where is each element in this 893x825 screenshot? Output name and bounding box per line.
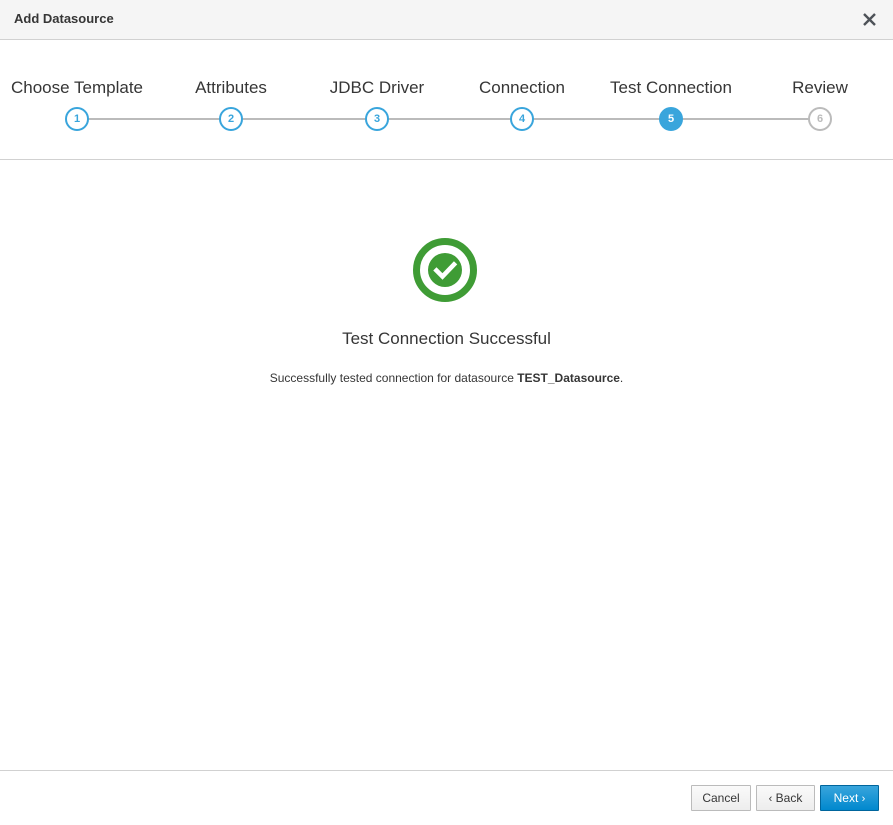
step-connector xyxy=(671,118,820,120)
dialog-footer: Cancel ‹ Back Next › xyxy=(0,770,893,825)
wizard-content: Test Connection Successful Successfully … xyxy=(0,160,893,770)
cancel-label: Cancel xyxy=(702,791,740,805)
result-message-end: . xyxy=(619,371,624,385)
step-label: Test Connection xyxy=(610,78,732,97)
check-circle-icon xyxy=(413,238,477,302)
next-label: Next xyxy=(833,791,859,805)
step-number: 6 xyxy=(808,107,832,131)
step-number: 1 xyxy=(65,107,89,131)
result-message-text: Successfully tested connection for datas… xyxy=(269,371,518,385)
step-label: Connection xyxy=(478,78,566,97)
next-button[interactable]: Next › xyxy=(820,785,879,811)
step-label: Attributes xyxy=(195,78,267,97)
dialog-title: Add Datasource xyxy=(14,11,114,26)
result-title: Test Connection Successful xyxy=(342,329,551,348)
close-icon xyxy=(863,13,876,26)
add-datasource-dialog: Add Datasource Choose Template 1 Attribu… xyxy=(0,0,893,825)
result-message: Successfully tested connection for datas… xyxy=(0,371,893,385)
chevron-left-icon: ‹ xyxy=(768,793,773,805)
step-label: JDBC Driver xyxy=(329,78,425,97)
step-label: Review xyxy=(792,78,848,97)
cancel-button[interactable]: Cancel xyxy=(691,785,751,811)
step-number: 4 xyxy=(510,107,534,131)
step-number: 2 xyxy=(219,107,243,131)
close-button[interactable] xyxy=(861,9,879,29)
datasource-name: TEST_Datasource xyxy=(517,371,620,385)
chevron-right-icon: › xyxy=(861,793,866,805)
step-number: 3 xyxy=(365,107,389,131)
step-label: Choose Template xyxy=(11,78,143,97)
wizard-steps: Choose Template 1 Attributes 2 JDBC Driv… xyxy=(0,40,893,160)
back-label: Back xyxy=(775,791,803,805)
step-number: 5 xyxy=(659,107,683,131)
dialog-header: Add Datasource xyxy=(0,0,893,40)
back-button[interactable]: ‹ Back xyxy=(756,785,815,811)
